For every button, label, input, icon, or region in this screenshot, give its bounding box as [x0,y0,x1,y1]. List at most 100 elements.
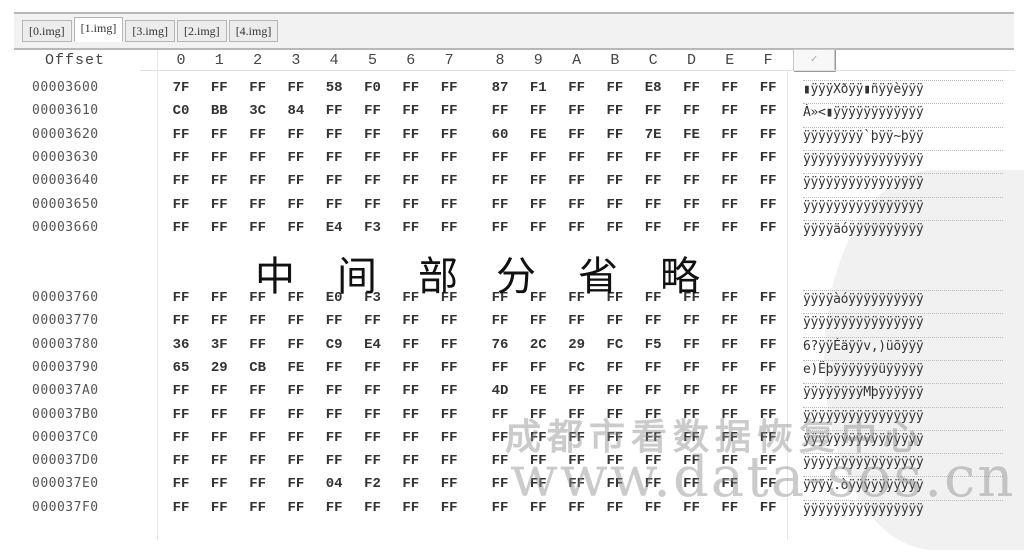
hex-byte-cell[interactable]: FF [283,127,309,143]
hex-byte-cell[interactable]: FF [525,313,551,329]
tab-1-img[interactable]: [1.img] [73,17,124,42]
hex-byte-cell[interactable]: FF [564,80,590,96]
hex-byte-cell[interactable]: E4 [321,220,347,236]
hex-byte-cell[interactable]: FF [283,453,309,469]
hex-byte-cell[interactable]: FF [398,476,424,492]
hex-byte-cell[interactable]: FF [717,383,743,399]
hex-byte-cell[interactable]: FF [360,127,386,143]
hex-byte-cell[interactable]: FF [436,103,462,119]
hex-byte-cell[interactable]: FF [206,127,232,143]
hex-byte-cell[interactable]: FF [436,150,462,166]
hex-byte-cell[interactable]: FF [206,407,232,423]
hex-byte-cell[interactable]: FF [398,453,424,469]
hex-byte-cell[interactable]: FF [398,150,424,166]
hex-byte-cell[interactable]: FF [755,313,781,329]
hex-byte-cell[interactable]: FF [487,500,513,516]
ascii-text[interactable]: ÿÿÿÿÿÿÿÿÿÿÿÿÿÿÿÿ [803,499,1003,517]
hex-byte-cell[interactable]: FF [640,360,666,376]
hex-byte-cell[interactable]: 04 [321,476,347,492]
hex-byte-cell[interactable]: FF [755,220,781,236]
hex-byte-cell[interactable]: FF [398,500,424,516]
hex-byte-cell[interactable]: FF [564,453,590,469]
hex-byte-cell[interactable]: CB [245,360,271,376]
hex-byte-cell[interactable]: FF [640,197,666,213]
hex-byte-cell[interactable]: 65 [168,360,194,376]
hex-byte-cell[interactable]: FF [321,313,347,329]
hex-byte-cell[interactable]: FF [679,313,705,329]
hex-byte-cell[interactable]: FF [564,383,590,399]
hex-byte-cell[interactable]: FF [487,476,513,492]
header-corner-button[interactable]: ✓ [793,49,835,71]
hex-byte-cell[interactable]: FF [168,197,194,213]
hex-byte-cell[interactable]: FF [602,197,628,213]
hex-byte-cell[interactable]: FF [717,150,743,166]
hex-byte-cell[interactable]: FF [360,197,386,213]
hex-byte-cell[interactable]: FF [679,383,705,399]
hex-byte-cell[interactable]: FF [168,500,194,516]
ascii-text[interactable]: ÿÿÿÿäóÿÿÿÿÿÿÿÿÿÿ [803,219,1003,237]
hex-byte-cell[interactable]: FF [206,313,232,329]
hex-byte-cell[interactable]: FE [679,127,705,143]
hex-byte-cell[interactable]: FF [602,430,628,446]
hex-byte-cell[interactable]: FF [436,360,462,376]
hex-byte-cell[interactable]: FF [640,453,666,469]
hex-byte-cell[interactable]: FF [283,476,309,492]
hex-byte-cell[interactable]: FF [717,407,743,423]
hex-byte-cell[interactable]: FF [487,173,513,189]
hex-byte-cell[interactable]: FF [360,173,386,189]
hex-byte-cell[interactable]: FF [245,383,271,399]
hex-byte-cell[interactable]: FF [168,220,194,236]
hex-byte-cell[interactable]: FF [283,407,309,423]
ascii-text[interactable]: ÿÿÿÿÿÿÿÿ`þÿÿ~þÿÿ [803,126,1003,144]
hex-byte-cell[interactable]: FF [602,150,628,166]
hex-byte-cell[interactable]: FF [679,476,705,492]
hex-byte-cell[interactable]: FF [602,383,628,399]
hex-byte-cell[interactable]: FF [321,383,347,399]
hex-byte-cell[interactable]: 3C [245,103,271,119]
hex-byte-cell[interactable]: C0 [168,103,194,119]
hex-byte-cell[interactable]: FF [245,80,271,96]
hex-byte-cell[interactable]: FF [487,103,513,119]
tab-3-img[interactable]: [3.img] [125,20,176,42]
hex-byte-cell[interactable]: FF [245,127,271,143]
hex-byte-cell[interactable]: FF [321,150,347,166]
hex-byte-cell[interactable]: FF [283,337,309,353]
hex-byte-cell[interactable]: FF [245,337,271,353]
hex-byte-cell[interactable]: FF [755,127,781,143]
hex-byte-cell[interactable]: FF [679,407,705,423]
hex-byte-cell[interactable]: FF [487,313,513,329]
hex-byte-cell[interactable]: FF [398,197,424,213]
hex-byte-cell[interactable]: FF [717,500,743,516]
hex-byte-cell[interactable]: FF [602,476,628,492]
hex-byte-cell[interactable]: FF [283,80,309,96]
hex-byte-cell[interactable]: FF [487,197,513,213]
hex-byte-cell[interactable]: FF [525,103,551,119]
hex-byte-cell[interactable]: 36 [168,337,194,353]
hex-byte-cell[interactable]: FF [168,127,194,143]
hex-byte-cell[interactable]: FF [245,313,271,329]
hex-byte-cell[interactable]: FF [487,360,513,376]
ascii-text[interactable]: ÿÿÿÿÿÿÿÿÿÿÿÿÿÿÿÿ [803,313,1003,330]
hex-byte-cell[interactable]: FF [602,220,628,236]
ascii-text[interactable]: e)Ëþÿÿÿÿÿÿüÿÿÿÿÿ [803,359,1003,377]
ascii-text[interactable]: ÿÿÿÿÿÿÿÿMþÿÿÿÿÿÿ [803,383,1003,400]
hex-byte-cell[interactable]: FF [640,103,666,119]
hex-byte-cell[interactable]: FF [436,80,462,96]
hex-byte-cell[interactable]: FF [525,476,551,492]
ascii-text[interactable]: 6?ÿÿÉäÿÿv,)üõÿÿÿ [803,336,1003,354]
hex-byte-cell[interactable]: FF [245,453,271,469]
hex-byte-cell[interactable]: FF [602,360,628,376]
hex-byte-cell[interactable]: FF [602,500,628,516]
hex-byte-cell[interactable]: FF [321,103,347,119]
hex-byte-cell[interactable]: FF [602,80,628,96]
hex-byte-cell[interactable]: FF [283,430,309,446]
hex-byte-cell[interactable]: FF [436,197,462,213]
hex-byte-cell[interactable]: FF [679,173,705,189]
hex-byte-cell[interactable]: FF [398,103,424,119]
hex-byte-cell[interactable]: FF [755,173,781,189]
hex-byte-cell[interactable]: FF [525,173,551,189]
hex-byte-cell[interactable]: FF [564,103,590,119]
hex-byte-cell[interactable]: FF [398,220,424,236]
hex-byte-cell[interactable]: FF [321,173,347,189]
hex-byte-cell[interactable]: FF [283,173,309,189]
